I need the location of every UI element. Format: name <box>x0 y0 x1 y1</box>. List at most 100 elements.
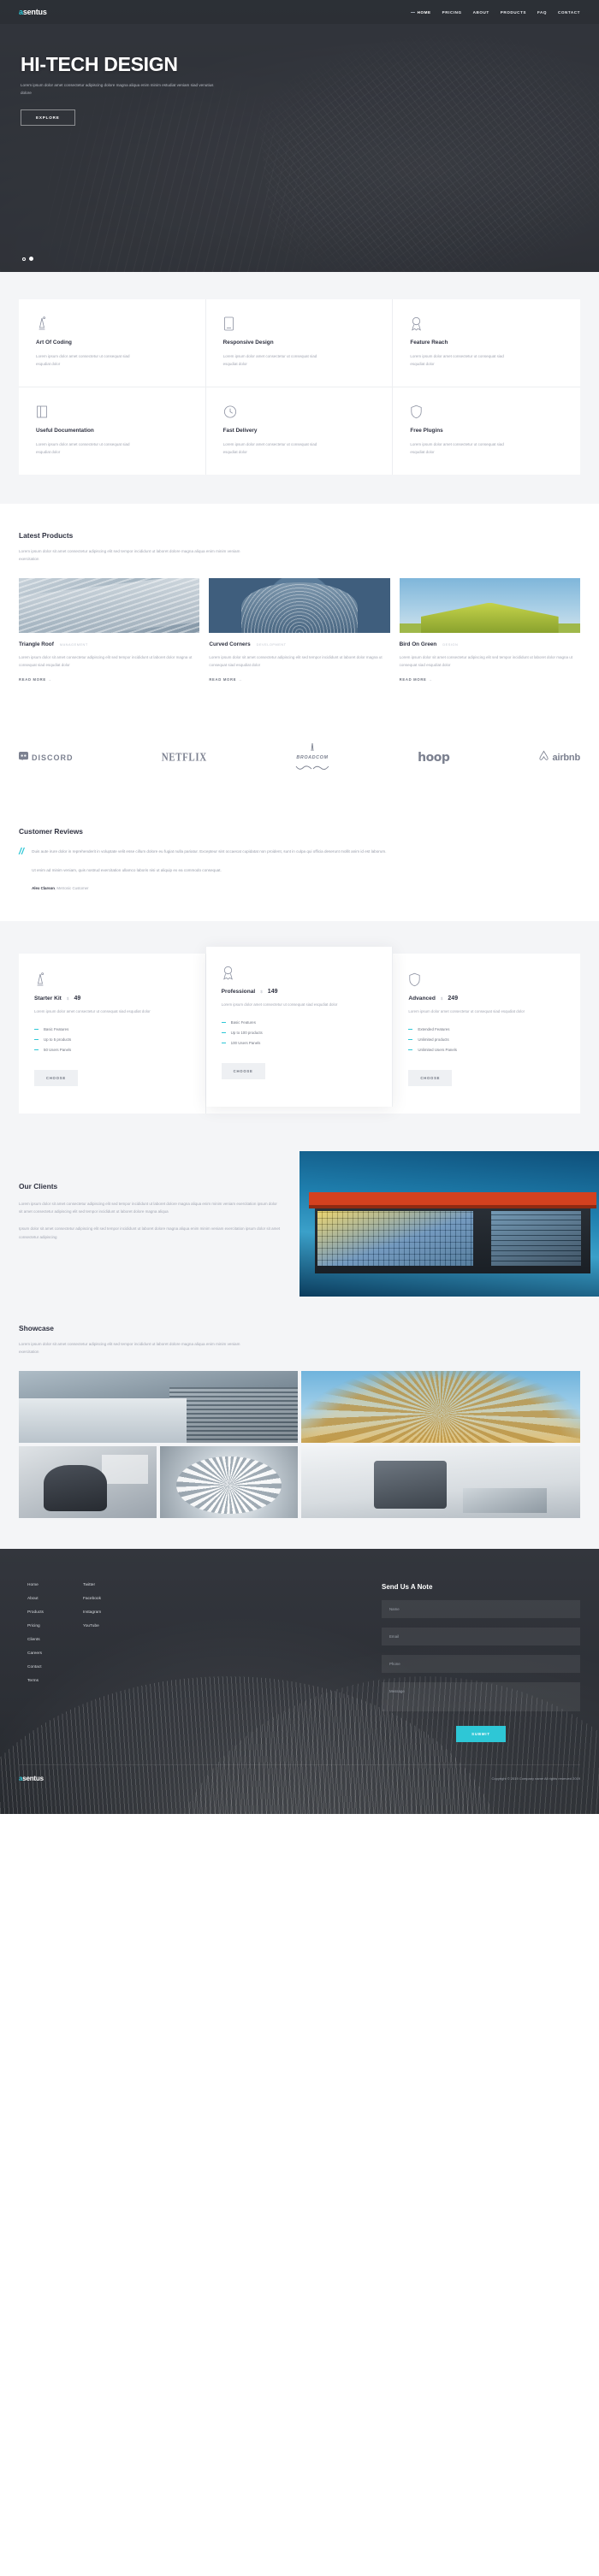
footer-link-facebook[interactable]: Facebook <box>83 1597 101 1601</box>
showcase-tile-dome-pattern[interactable] <box>301 1371 580 1444</box>
lamp-icon <box>34 972 190 987</box>
footer-link-youtube[interactable]: YouTube <box>83 1624 101 1628</box>
plan-feature-item: Basic Features <box>34 1027 190 1031</box>
customer-reviews-section: Customer Reviews // Duis aute irure dolo… <box>0 801 599 922</box>
review-author: Alex Clarson, Metronic Customer <box>32 886 89 891</box>
brand-label: NETFLIX <box>161 752 207 765</box>
latest-products-heading: Latest Products <box>19 531 74 540</box>
product-title: Bird On Green <box>399 641 437 648</box>
showcase-tile-honeycomb-dome[interactable] <box>160 1446 298 1519</box>
choose-button-starter-kit[interactable]: CHOOSE <box>34 1070 78 1086</box>
plan-name: Advanced <box>408 996 436 1002</box>
email-field[interactable] <box>382 1628 580 1646</box>
site-logo[interactable]: asentus <box>19 8 47 16</box>
plan-feature-item: Up to 100 products <box>221 1031 377 1035</box>
message-field[interactable] <box>382 1682 580 1712</box>
submit-button[interactable]: SUBMIT <box>456 1726 506 1743</box>
pricing-card-advanced: Advanced $ 249 Lorem ipsum dolor amet co… <box>393 954 580 1114</box>
feature-title: Useful Documentation <box>36 428 94 434</box>
our-clients-section: Our Clients Lorem ipsum dolor sit amet c… <box>0 1151 599 1297</box>
brand-discord: DISCORD <box>19 750 74 765</box>
plan-amount: 249 <box>448 996 459 1002</box>
name-field[interactable] <box>382 1600 580 1619</box>
choose-button-professional[interactable]: CHOOSE <box>221 1063 265 1079</box>
hero-subtitle: Lorem ipsum dolor amet consectetur adipi… <box>21 83 214 95</box>
read-more-link[interactable]: READ MORE → <box>19 677 52 682</box>
airbnb-icon <box>538 750 549 765</box>
review-paragraph-1: Duis aute irure dolor in reprehenderit i… <box>32 849 387 854</box>
dash-icon <box>408 1049 413 1050</box>
showcase-tile-architect-worker[interactable] <box>19 1446 157 1519</box>
pricing-section: Starter Kit $ 49 Lorem ipsum dolor amet … <box>0 921 599 1151</box>
product-text: Lorem ipsum dolor sit amet consectetur a… <box>209 655 383 668</box>
plan-feature-item: Unlimited Users Panels <box>408 1048 565 1052</box>
footer-link-products[interactable]: Products <box>27 1610 44 1615</box>
nav-item-pricing[interactable]: PRICING <box>442 10 462 15</box>
footer-link-pricing[interactable]: Pricing <box>27 1624 44 1628</box>
plan-amount: 149 <box>267 989 278 996</box>
slider-dot-1[interactable] <box>22 257 26 261</box>
footer-link-columns: Home About Products Pricing Clients Care… <box>19 1583 101 1742</box>
feature-card-feature-reach: Feature Reach Lorem ipsum dolor amet con… <box>393 299 580 387</box>
feature-card-art-of-coding: Art Of Coding Lorem ipsum dolor amet con… <box>19 299 206 387</box>
feature-title: Responsive Design <box>222 340 274 346</box>
dash-icon <box>34 1039 39 1040</box>
phone-field[interactable] <box>382 1655 580 1674</box>
brand-airbnb: airbnb <box>538 750 580 765</box>
product-tag: MANAGEMENT <box>59 642 88 647</box>
read-more-link[interactable]: READ MORE → <box>209 677 242 682</box>
clients-text-column: Our Clients Lorem ipsum dolor sit amet c… <box>0 1151 300 1297</box>
footer-link-about[interactable]: About <box>27 1597 44 1601</box>
feature-text: Lorem ipsum dolor amet consectetur ut co… <box>222 354 317 366</box>
product-card-curved-corners: Curved Corners DEVELOPMENT Lorem ipsum d… <box>209 578 390 685</box>
shield-icon <box>408 972 565 987</box>
review-author-name: Alex Clarson <box>32 886 55 891</box>
plan-feature-label: Basic Features <box>230 1020 256 1025</box>
read-more-link[interactable]: READ MORE → <box>400 677 433 682</box>
pricing-card-professional: Professional $ 149 Lorem ipsum dolor ame… <box>205 947 394 1107</box>
plan-name: Professional <box>221 989 256 996</box>
product-tag: DEVELOPMENT <box>256 642 287 647</box>
showcase-tile-sneakers-stairs[interactable] <box>301 1446 580 1519</box>
feature-card-fast-delivery: Fast Delivery Lorem ipsum dolor amet con… <box>206 387 394 475</box>
arrow-right-icon: → <box>47 677 52 682</box>
top-navigation-bar: asentus HOME PRICING ABOUT PRODUCTS FAQ … <box>0 0 599 24</box>
footer-link-instagram[interactable]: Instagram <box>83 1610 101 1615</box>
showcase-section: Showcase Lorem ipsum dolor sit amet cons… <box>0 1297 599 1550</box>
explore-button[interactable]: EXPLORE <box>21 109 75 126</box>
brand-label: airbnb <box>552 753 581 764</box>
clients-paragraph-2: Ipsum dolor sit amet consectetur adipisc… <box>19 1226 281 1239</box>
footer-link-home[interactable]: Home <box>27 1583 44 1587</box>
read-more-label: READ MORE <box>19 677 46 682</box>
pricing-card-starter-kit: Starter Kit $ 49 Lorem ipsum dolor amet … <box>19 954 206 1114</box>
logo-text: sentus <box>22 8 47 16</box>
brand-label: DISCORD <box>32 753 74 763</box>
footer-link-twitter[interactable]: Twitter <box>83 1583 101 1587</box>
arrow-right-icon: → <box>238 677 242 682</box>
nav-item-about[interactable]: ABOUT <box>473 10 489 15</box>
nav-item-home[interactable]: HOME <box>410 10 431 15</box>
discord-icon <box>19 750 28 765</box>
plan-feature-label: Up to 5 products <box>44 1037 72 1042</box>
brand-broadcom: BROADCOM <box>295 740 329 776</box>
footer-link-terms[interactable]: Terms <box>27 1679 44 1683</box>
feature-text: Lorem ipsum dolor amet consectetur ut co… <box>36 354 130 366</box>
review-paragraph-2: Ut enim ad minim veniam, quis nostrud ex… <box>32 867 222 872</box>
footer-logo[interactable]: asentus <box>19 1775 44 1782</box>
plan-feature-item: 100 Users Panels <box>221 1041 377 1045</box>
nav-item-contact[interactable]: CONTACT <box>558 10 580 15</box>
plan-feature-label: Unlimited products <box>418 1037 449 1042</box>
clock-icon <box>223 405 376 420</box>
footer-link-careers[interactable]: Careers <box>27 1651 44 1656</box>
dash-icon <box>34 1049 39 1050</box>
footer-link-clients[interactable]: Clients <box>27 1638 44 1642</box>
plan-feature-item: Unlimited products <box>408 1037 565 1042</box>
plan-amount: 49 <box>74 996 81 1002</box>
nav-item-products[interactable]: PRODUCTS <box>501 10 526 15</box>
slider-dot-2-active[interactable] <box>29 257 33 261</box>
nav-item-faq[interactable]: FAQ <box>537 10 547 15</box>
footer-link-contact[interactable]: Contact <box>27 1665 44 1669</box>
choose-button-advanced[interactable]: CHOOSE <box>408 1070 453 1086</box>
showcase-tile-glass-facade[interactable] <box>19 1371 298 1444</box>
product-title: Curved Corners <box>209 641 251 648</box>
